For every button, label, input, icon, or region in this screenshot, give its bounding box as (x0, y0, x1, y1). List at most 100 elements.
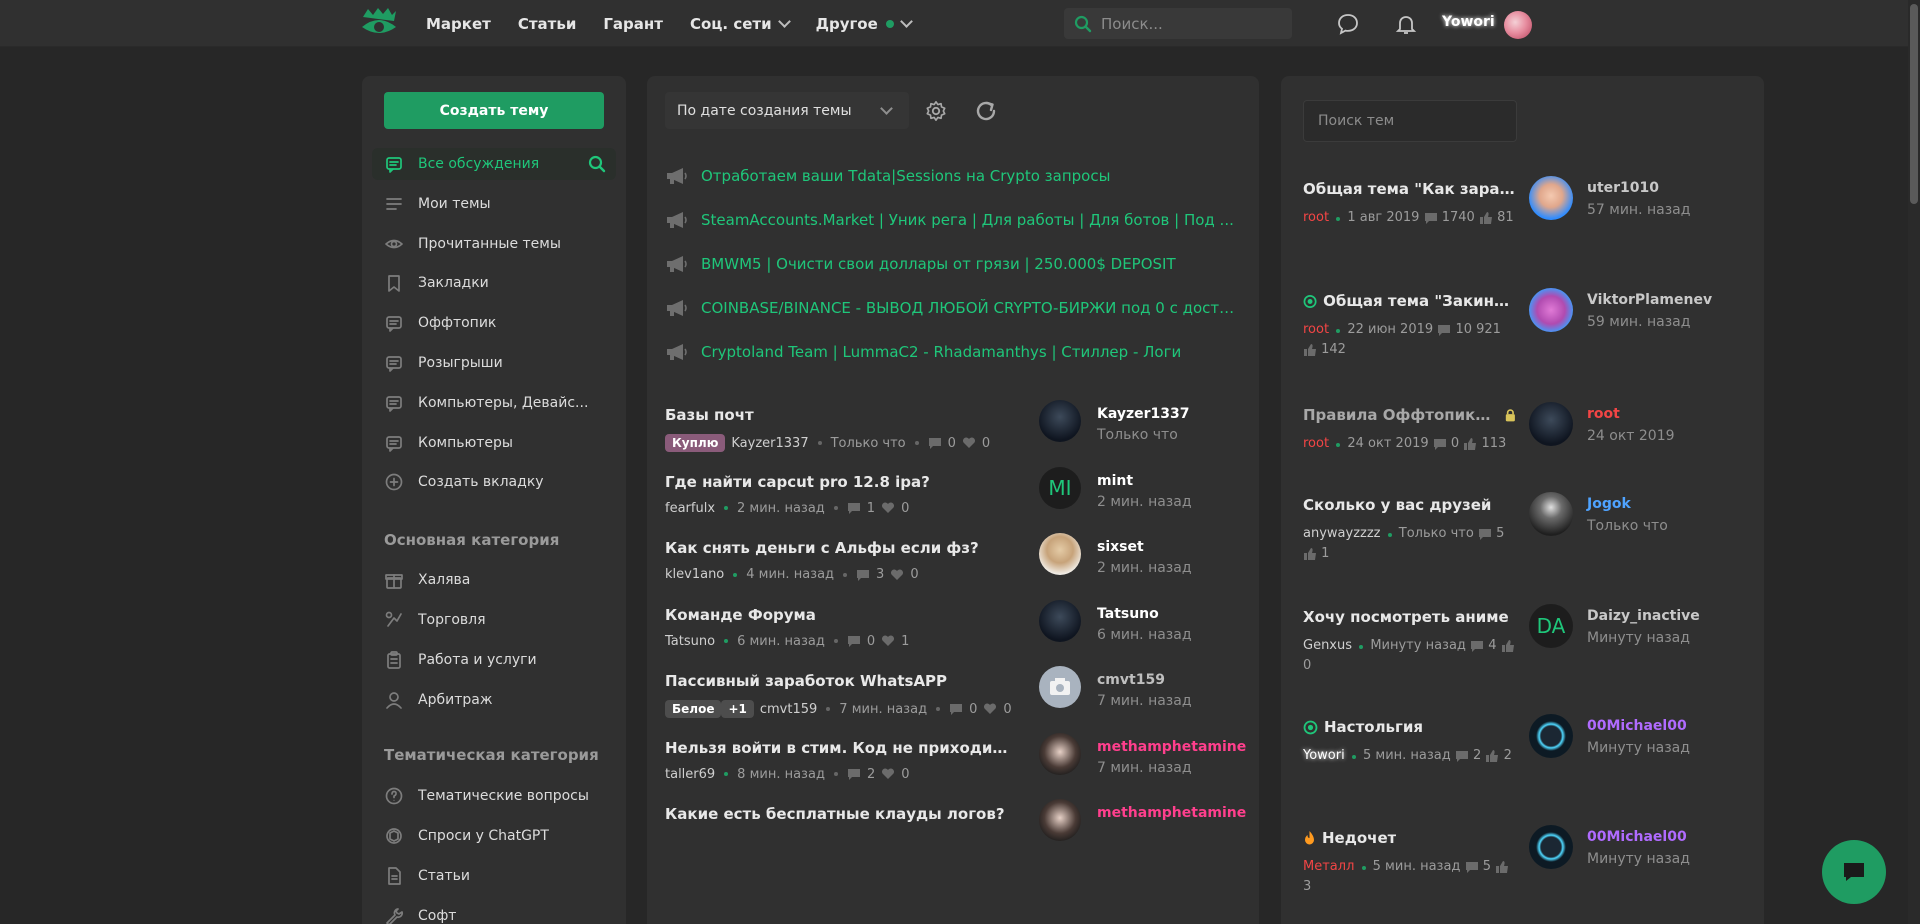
topic-title[interactable]: Где найти capcut pro 12.8 ipa? (665, 473, 1013, 491)
avatar[interactable]: MI (1039, 466, 1081, 509)
topic-author[interactable]: root (1303, 322, 1329, 337)
last-poster[interactable]: 00Michael00 (1587, 829, 1687, 845)
avatar[interactable] (1039, 400, 1081, 442)
last-poster[interactable]: uter1010 (1587, 180, 1659, 196)
latest-topic-title[interactable]: Правила Оффтопика и... (1303, 406, 1517, 424)
avatar[interactable] (1529, 402, 1573, 446)
refresh-icon[interactable] (973, 98, 999, 124)
avatar[interactable] (1529, 825, 1573, 869)
latest-topic[interactable]: Недочет Металл 5 мин. назад 5 3 00Michael0… (1303, 825, 1743, 919)
topic-row[interactable]: Базы почт Куплю Kayzer1337 Только что 0 0 Kayz… (665, 400, 1241, 466)
topic-author[interactable]: Genxus (1303, 638, 1352, 653)
last-poster[interactable]: Jogok (1587, 496, 1631, 512)
latest-topic[interactable]: Общая тема "Закиньт... root 22 июн 2019 1… (1303, 288, 1743, 382)
topic-row[interactable]: Как снять деньги с Альфы если фз? klev1an… (665, 533, 1241, 599)
sidebar-item-1[interactable]: Мои темы (384, 188, 614, 220)
sidebar-item-5[interactable]: Розыгрыши (384, 347, 614, 379)
topic-search[interactable] (1303, 100, 1517, 142)
gear-icon[interactable] (925, 100, 947, 122)
search-icon[interactable] (588, 155, 606, 173)
latest-topic-title[interactable]: Сколько у вас друзей (1303, 496, 1517, 514)
last-poster[interactable]: mint (1097, 473, 1133, 489)
topic-author[interactable]: taller69 (665, 767, 715, 782)
latest-topic-title[interactable]: Настольгия (1303, 718, 1517, 736)
pinned-topic[interactable]: SteamAccounts.Market | Уник рега | Для р… (665, 208, 1245, 232)
global-search-input[interactable] (1101, 14, 1281, 33)
topic-author[interactable]: cmvt159 (760, 702, 817, 717)
sidebar-item-3[interactable]: Арбитраж (384, 684, 614, 716)
last-poster[interactable]: 00Michael00 (1587, 718, 1687, 734)
last-poster[interactable]: methamphetamine (1097, 805, 1246, 821)
sort-dropdown[interactable]: По дате создания темы (665, 92, 909, 129)
pinned-topic[interactable]: Cryptoland Team | LummaC2 - Rhadamanthys… (665, 340, 1245, 364)
eye-logo-icon[interactable] (360, 7, 398, 39)
topic-title[interactable]: Как снять деньги с Альфы если фз? (665, 539, 1013, 557)
topic-author[interactable]: root (1303, 436, 1329, 451)
avatar[interactable] (1529, 714, 1573, 758)
topic-author[interactable]: Tatsuno (665, 634, 715, 649)
sidebar-item-1[interactable]: Торговля (384, 604, 614, 636)
topic-title[interactable]: Какие есть бесплатные клауды логов? (665, 805, 1013, 823)
latest-topic[interactable]: Правила Оффтопика и... root 24 окт 2019 0… (1303, 402, 1743, 496)
pinned-topic-title[interactable]: COINBASE/BINANCE - ВЫВОД ЛЮБОЙ CRYPTO-БИ… (701, 299, 1237, 317)
topic-author[interactable]: Yowori (1303, 748, 1345, 763)
topic-title[interactable]: Базы почт (665, 406, 1013, 424)
sidebar-item-2[interactable]: Прочитанные темы (384, 228, 614, 260)
bell-icon[interactable] (1394, 12, 1418, 36)
topic-search-input[interactable] (1318, 113, 1508, 129)
prefix-badge[interactable]: Белое (665, 700, 722, 718)
pinned-topic[interactable]: BMWM5 | Очисти свои доллары от грязи | 2… (665, 252, 1245, 276)
last-poster[interactable]: sixset (1097, 539, 1144, 555)
pinned-topic-title[interactable]: SteamAccounts.Market | Уник рега | Для р… (701, 211, 1237, 229)
avatar[interactable] (1039, 666, 1081, 708)
nav-item-4[interactable]: Другое (816, 15, 913, 33)
topic-author[interactable]: root (1303, 210, 1329, 225)
latest-topic-title[interactable]: Общая тема "Закиньт... (1303, 292, 1517, 310)
sidebar-item-0[interactable]: Все обсуждения (372, 148, 616, 180)
topic-row[interactable]: Какие есть бесплатные клауды логов? metha… (665, 799, 1246, 865)
messages-icon[interactable] (1336, 12, 1360, 36)
prefix-badge[interactable]: Куплю (665, 434, 726, 452)
sidebar-item-1[interactable]: Спроси у ChatGPT (384, 820, 614, 852)
avatar[interactable] (1529, 288, 1573, 332)
chat-button[interactable] (1822, 840, 1886, 904)
current-username[interactable]: Yowori (1442, 14, 1495, 30)
topic-title[interactable]: Команде Форума (665, 606, 1013, 624)
sidebar-item-0[interactable]: Тематические вопросы (384, 780, 614, 812)
avatar[interactable] (1039, 599, 1081, 642)
topic-author[interactable]: fearfulx (665, 501, 715, 516)
sidebar-item-8[interactable]: Создать вкладку (384, 466, 614, 498)
nav-item-1[interactable]: Статьи (518, 15, 577, 33)
sidebar-item-6[interactable]: Компьютеры, Девайс... (384, 387, 614, 419)
avatar[interactable] (1529, 492, 1573, 536)
user-avatar[interactable] (1504, 11, 1532, 39)
latest-topic[interactable]: Хочу посмотреть аниме Genxus Минуту назад… (1303, 604, 1743, 698)
last-poster[interactable]: cmvt159 (1097, 672, 1165, 688)
topic-row[interactable]: Команде Форума Tatsuno 6 мин. назад 0 1 Tatsu… (665, 599, 1241, 666)
last-poster[interactable]: Kayzer1337 (1097, 406, 1190, 422)
topic-row[interactable]: Пассивный заработок WhatsAPP Белое +1 cmvt1… (665, 666, 1241, 732)
latest-topic[interactable]: Сколько у вас друзей anywayzzzz Только чт… (1303, 492, 1743, 586)
sidebar-item-4[interactable]: Оффтопик (384, 307, 614, 339)
pinned-topic[interactable]: COINBASE/BINANCE - ВЫВОД ЛЮБОЙ CRYPTO-БИ… (665, 296, 1245, 320)
topic-row[interactable]: Где найти capcut pro 12.8 ipa? fearfulx 2 … (665, 466, 1241, 533)
avatar[interactable] (1529, 176, 1573, 220)
last-poster[interactable]: Daizy_inactive (1587, 608, 1700, 624)
sidebar-item-2[interactable]: Статьи (384, 860, 614, 892)
last-poster[interactable]: methamphetamine (1097, 739, 1246, 755)
nav-item-2[interactable]: Гарант (603, 15, 663, 33)
topic-row[interactable]: Нельзя войти в стим. Код не приходит на … (665, 732, 1246, 799)
latest-topic-title[interactable]: Хочу посмотреть аниме (1303, 608, 1517, 626)
latest-topic[interactable]: Общая тема "Как зарабо... root 1 авг 2019… (1303, 176, 1743, 270)
pinned-topic[interactable]: Отработаем ваши Tdata|Sessions на Crypto… (665, 164, 1245, 188)
sidebar-item-2[interactable]: Работа и услуги (384, 644, 614, 676)
latest-topic-title[interactable]: Недочет (1303, 829, 1517, 847)
page-scrollbar[interactable] (1908, 0, 1920, 924)
prefix-badge-extra[interactable]: +1 (721, 700, 754, 718)
last-poster[interactable]: root (1587, 406, 1620, 422)
topic-author[interactable]: Металл (1303, 859, 1354, 874)
sidebar-item-3[interactable]: Софт (384, 900, 614, 924)
topic-author[interactable]: Kayzer1337 (731, 436, 808, 451)
sidebar-item-7[interactable]: Компьютеры (384, 427, 614, 459)
create-topic-button[interactable]: Создать тему (384, 92, 604, 129)
